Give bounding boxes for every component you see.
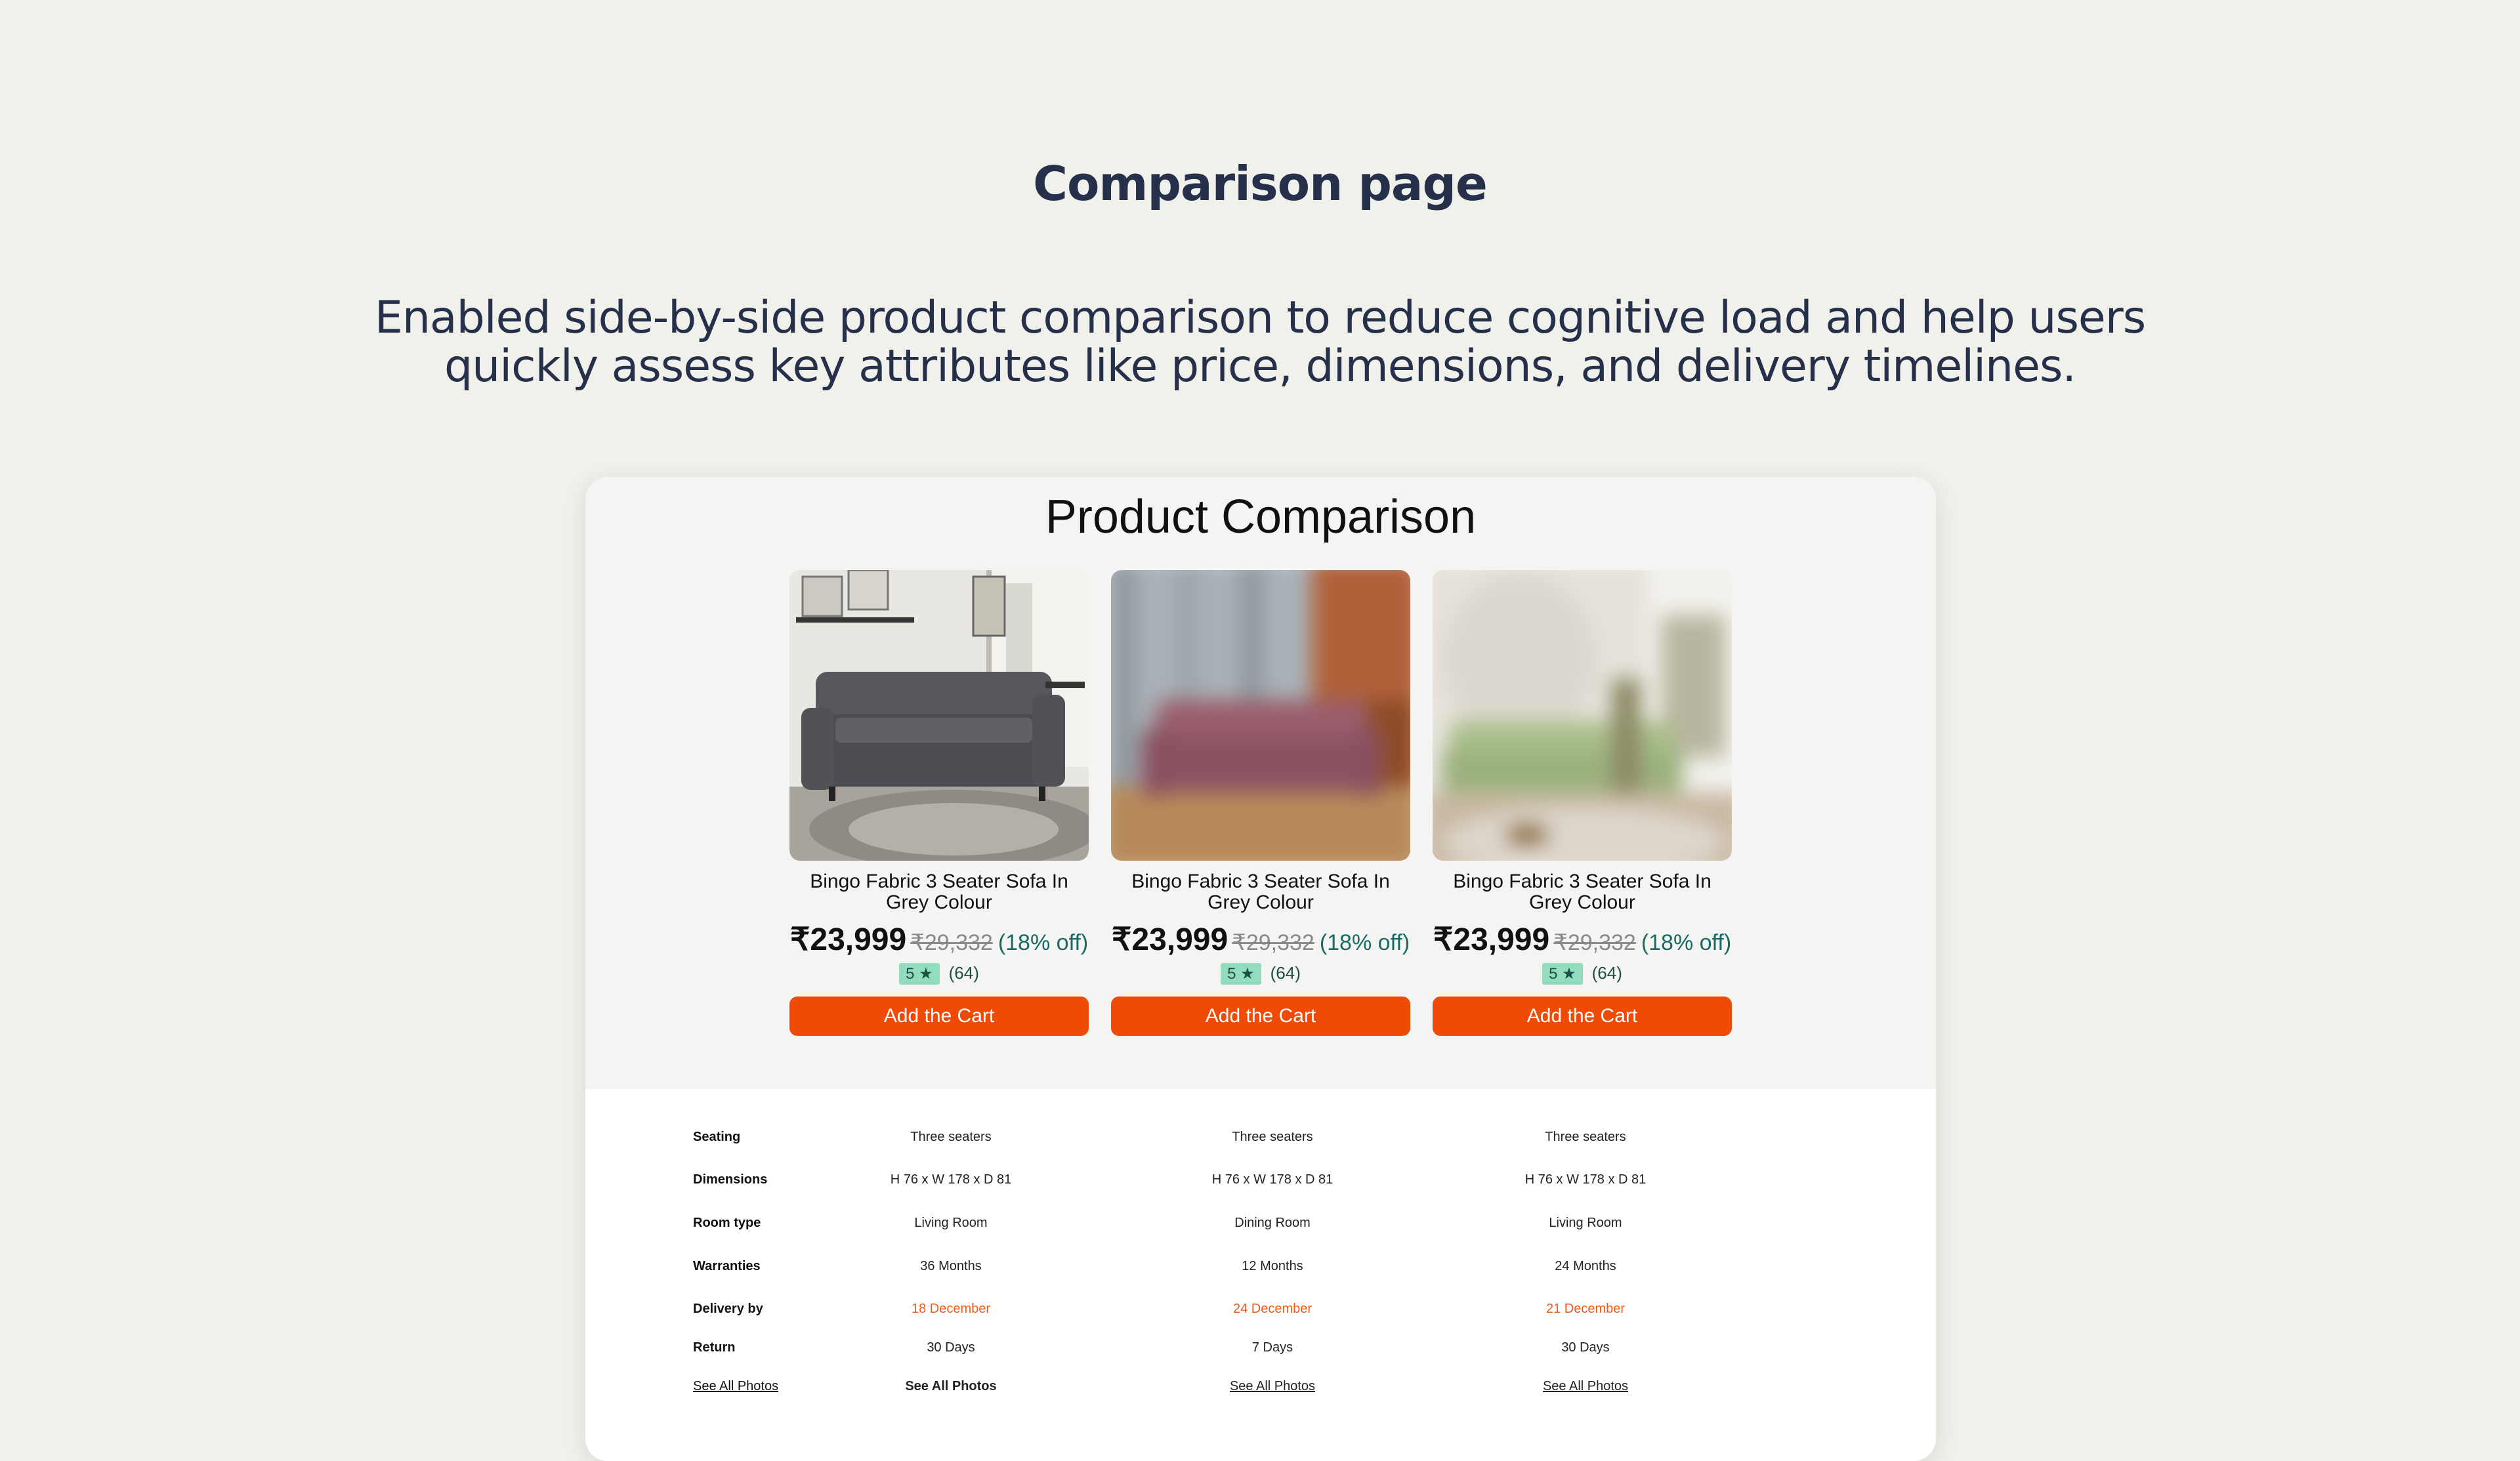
- rating-badge: 5 ★: [899, 963, 940, 985]
- spec-label: Delivery by: [693, 1302, 763, 1316]
- spec-row-return: Return 30 Days 7 Days 30 Days: [585, 1340, 1936, 1367]
- see-all-photos-link[interactable]: See All Photos: [1141, 1379, 1404, 1394]
- spec-row-dimensions: Dimensions H 76 x W 178 x D 81 H 76 x W …: [585, 1172, 1936, 1199]
- spec-label: Return: [693, 1340, 736, 1355]
- spec-row-room-type: Room type Living Room Dining Room Living…: [585, 1216, 1936, 1242]
- spec-value: Living Room: [1549, 1216, 1622, 1230]
- spec-value: Three seaters: [910, 1130, 992, 1144]
- product-price: ₹23,999: [789, 922, 907, 957]
- spec-label: Seating: [693, 1130, 741, 1144]
- rating-badge: 5 ★: [1221, 963, 1261, 985]
- spec-value: 30 Days: [927, 1340, 975, 1355]
- product-price: ₹23,999: [1433, 922, 1550, 957]
- add-to-cart-button[interactable]: Add the Cart: [1111, 997, 1410, 1036]
- product-image[interactable]: [1111, 570, 1410, 861]
- spec-value: 24 Months: [1555, 1259, 1616, 1273]
- spec-value: 36 Months: [920, 1259, 982, 1273]
- product-name[interactable]: Bingo Fabric 3 Seater Sofa In Grey Colou…: [789, 871, 1089, 913]
- product-column-3: Bingo Fabric 3 Seater Sofa In Grey Colou…: [1433, 570, 1732, 1036]
- see-all-photos-link[interactable]: See All Photos: [820, 1379, 1082, 1394]
- spec-value: Three seaters: [1545, 1130, 1626, 1144]
- spec-row-seating: Seating Three seaters Three seaters Thre…: [585, 1130, 1936, 1156]
- delivery-date: 21 December: [1545, 1302, 1626, 1316]
- see-all-photos-link[interactable]: See All Photos: [1454, 1379, 1717, 1394]
- spec-label: Dimensions: [693, 1172, 768, 1187]
- page-title: Comparison page: [1033, 156, 1488, 211]
- spec-value: H 76 x W 178 x D 81: [1524, 1172, 1647, 1187]
- spec-label: Room type: [693, 1216, 761, 1230]
- product-column-2: Bingo Fabric 3 Seater Sofa In Grey Colou…: [1111, 570, 1410, 1036]
- spec-value: Three seaters: [1232, 1130, 1313, 1144]
- product-mrp: ₹29,332: [910, 930, 993, 955]
- product-mrp: ₹29,332: [1232, 930, 1314, 955]
- product-price: ₹23,999: [1111, 922, 1228, 957]
- spec-table: Seating Three seaters Three seaters Thre…: [585, 1089, 1936, 1461]
- spec-row-delivery: Delivery by 18 December 24 December 21 D…: [585, 1302, 1936, 1328]
- product-discount: (18% off): [1641, 930, 1732, 955]
- spec-row-warranties: Warranties 36 Months 12 Months 24 Months: [585, 1259, 1936, 1285]
- product-discount: (18% off): [998, 930, 1089, 955]
- rating-badge: 5 ★: [1542, 963, 1583, 985]
- product-mrp: ₹29,332: [1553, 930, 1636, 955]
- product-discount: (18% off): [1319, 930, 1410, 955]
- spec-value: 7 Days: [1251, 1340, 1293, 1355]
- spec-value: Living Room: [914, 1216, 988, 1230]
- add-to-cart-button[interactable]: Add the Cart: [789, 997, 1089, 1036]
- product-image[interactable]: [789, 570, 1089, 861]
- rating-count: (64): [1270, 963, 1301, 983]
- delivery-date: 18 December: [911, 1302, 991, 1316]
- product-column-1: Bingo Fabric 3 Seater Sofa In Grey Colou…: [789, 570, 1089, 1036]
- page-description: Enabled side-by-side product comparison …: [374, 292, 2146, 392]
- product-name[interactable]: Bingo Fabric 3 Seater Sofa In Grey Colou…: [1433, 871, 1732, 913]
- rating-count: (64): [948, 963, 979, 983]
- spec-value: 30 Days: [1561, 1340, 1610, 1355]
- delivery-date: 24 December: [1232, 1302, 1312, 1316]
- spec-row-photos: See All Photos See All Photos See All Ph…: [585, 1379, 1936, 1405]
- spec-value: H 76 x W 178 x D 81: [1211, 1172, 1334, 1187]
- product-name[interactable]: Bingo Fabric 3 Seater Sofa In Grey Colou…: [1111, 871, 1410, 913]
- rating-count: (64): [1591, 963, 1622, 983]
- spec-value: 12 Months: [1242, 1259, 1303, 1273]
- product-image[interactable]: [1433, 570, 1732, 861]
- product-comparison-card: Product Comparison Bingo Fabric 3 Seater…: [585, 477, 1936, 1461]
- spec-label: Warranties: [693, 1259, 761, 1273]
- add-to-cart-button[interactable]: Add the Cart: [1433, 997, 1732, 1036]
- see-all-photos-link[interactable]: See All Photos: [693, 1379, 778, 1394]
- spec-value: Dining Room: [1234, 1216, 1311, 1230]
- spec-value: H 76 x W 178 x D 81: [890, 1172, 1012, 1187]
- card-title: Product Comparison: [1045, 491, 1477, 543]
